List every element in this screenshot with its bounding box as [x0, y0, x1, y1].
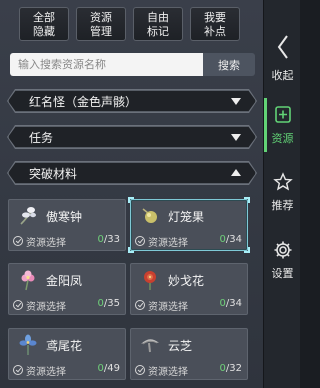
check-circle-icon[interactable] [135, 365, 145, 375]
resource-count: 0/34 [219, 234, 242, 245]
chevron-left-icon [277, 35, 288, 59]
resource-card-aohanzhong[interactable]: 傲寒钟 资源选择 0/33 [8, 199, 126, 251]
collapse-label: 收起 [271, 69, 294, 82]
selection-corner [128, 247, 134, 253]
collapse-button[interactable]: 收起 [264, 34, 301, 83]
resource-card-jinyangfeng[interactable]: 金阳凤 资源选择 0/35 [8, 263, 126, 315]
resource-name: 云芝 [168, 339, 193, 353]
check-circle-icon[interactable] [135, 300, 145, 310]
sidebar-item-label: 推荐 [271, 199, 294, 212]
check-circle-icon[interactable] [135, 236, 145, 246]
search-button[interactable]: 搜索 [203, 53, 255, 76]
dropdown-label: 任务 [29, 130, 54, 145]
check-circle-icon[interactable] [13, 365, 23, 375]
dropdown-ascension-materials[interactable]: 突破材料 [8, 162, 256, 184]
right-sidebar: 收起 资源 推荐 设置 [263, 0, 300, 388]
resource-select-label[interactable]: 资源选择 [148, 363, 188, 378]
triangle-up-icon [231, 169, 241, 176]
selection-corner [244, 197, 250, 203]
resource-select-label[interactable]: 资源选择 [148, 298, 188, 313]
resource-name: 金阳凤 [46, 274, 83, 288]
dropdown-label: 红名怪（金色声骸） [29, 94, 138, 109]
hide-all-button[interactable]: 全部 隐藏 [19, 7, 69, 41]
check-circle-icon[interactable] [13, 300, 23, 310]
gear-icon [274, 241, 291, 259]
pink-flower-icon [15, 268, 41, 292]
resource-name: 傲寒钟 [46, 210, 83, 224]
resource-card-miaogehua[interactable]: 妙戈花 资源选择 0/34 [130, 263, 248, 315]
selection-corner [128, 197, 134, 203]
sidebar-item-settings[interactable]: 设置 [264, 240, 301, 281]
dropdown-boss-golden-echo[interactable]: 红名怪（金色声骸） [8, 90, 256, 112]
sidebar-item-label: 资源 [271, 132, 294, 145]
sidebar-item-recommend[interactable]: 推荐 [264, 172, 301, 213]
resource-name: 妙戈花 [168, 274, 205, 288]
selection-corner [244, 247, 250, 253]
resource-select-label[interactable]: 资源选择 [148, 234, 188, 249]
resource-count: 0/34 [219, 298, 242, 309]
flower-icon [15, 204, 41, 228]
sidebar-item-resource[interactable]: 资源 [264, 105, 301, 146]
resource-card-yuanweihua[interactable]: 鸢尾花 资源选择 0/49 [8, 328, 126, 380]
mushroom-icon [137, 333, 163, 357]
resource-manage-button[interactable]: 资源 管理 [76, 7, 126, 41]
check-circle-icon[interactable] [13, 236, 23, 246]
resource-select-label[interactable]: 资源选择 [26, 298, 66, 313]
resource-count: 0/33 [97, 234, 120, 245]
resource-select-label[interactable]: 资源选择 [26, 234, 66, 249]
lantern-fruit-icon [137, 204, 163, 228]
resource-panel: 全部 隐藏 资源 管理 自由 标记 我要 补点 搜索 红名怪（金色声骸） 任务 … [0, 0, 263, 388]
triangle-down-icon [231, 134, 241, 141]
dropdown-quest[interactable]: 任务 [8, 126, 256, 148]
dropdown-label: 突破材料 [29, 166, 78, 181]
red-flower-icon [137, 268, 163, 292]
resource-card-denglongguo[interactable]: 灯笼果 资源选择 0/34 [128, 197, 250, 253]
resource-select-label[interactable]: 资源选择 [26, 363, 66, 378]
resource-count: 0/49 [97, 363, 120, 374]
iris-icon [15, 333, 41, 357]
resource-name: 鸢尾花 [46, 339, 83, 353]
triangle-down-icon [231, 98, 241, 105]
resource-card-yunzhi[interactable]: 云芝 资源选择 0/32 [130, 328, 248, 380]
resource-count: 0/32 [219, 363, 242, 374]
add-point-button[interactable]: 我要 补点 [190, 7, 240, 41]
sidebar-item-label: 设置 [271, 267, 294, 280]
star-icon [272, 172, 293, 191]
plus-shield-icon [274, 106, 291, 123]
resource-count: 0/35 [97, 298, 120, 309]
search-input[interactable] [10, 53, 203, 76]
resource-name: 灯笼果 [168, 210, 205, 224]
free-mark-button[interactable]: 自由 标记 [133, 7, 183, 41]
